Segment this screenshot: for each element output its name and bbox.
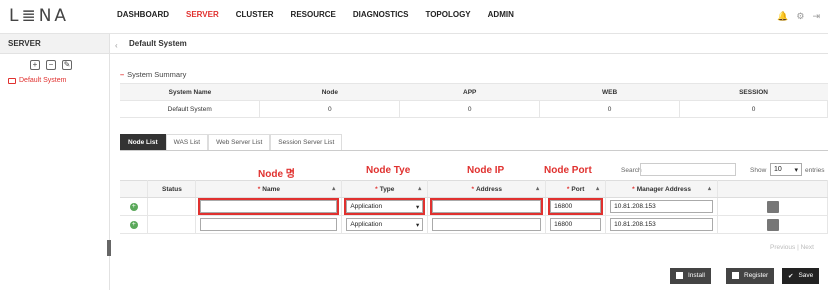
manager-address-input[interactable]: 10.81.208.153 — [610, 200, 714, 213]
nav-server[interactable]: SERVER — [186, 10, 219, 19]
annotation-node-ip: Node IP — [467, 165, 505, 176]
summary-cell: 0 — [679, 100, 828, 118]
address-input[interactable] — [430, 198, 544, 215]
nav-cluster[interactable]: CLUSTER — [236, 10, 274, 19]
search-label: Search — [621, 167, 642, 174]
chevron-down-icon: ▾ — [416, 203, 420, 211]
bell-icon[interactable]: 🔔 — [777, 11, 788, 22]
tab-divider — [120, 150, 828, 151]
header-port[interactable]: * Port ▴ — [545, 180, 607, 198]
header-manager-address[interactable]: * Manager Address ▴ — [605, 180, 719, 198]
sidebar-tools: + − ✎ — [0, 54, 109, 70]
table-row: + Application ▾ 16800 10.81.208.153 — [120, 197, 828, 216]
tab-web-server-list[interactable]: Web Server List — [208, 134, 271, 150]
install-button[interactable]: Install — [670, 268, 711, 284]
add-row-icon[interactable]: + — [129, 202, 138, 211]
register-icon — [732, 272, 739, 279]
header-status: Status — [147, 180, 197, 198]
header-address[interactable]: * Address ▴ — [427, 180, 547, 198]
tab-node-list[interactable]: Node List — [120, 134, 166, 150]
summary-cell: 0 — [539, 100, 681, 118]
collapse-sidebar-icon[interactable]: ‹ — [115, 41, 118, 50]
address-input[interactable] — [432, 218, 542, 231]
top-icons: 🔔 ⚙ ⇥ — [777, 11, 820, 22]
status-cell — [147, 197, 197, 216]
install-icon — [676, 272, 683, 279]
previous-link[interactable]: Previous — [770, 244, 795, 251]
check-icon: ✔ — [788, 273, 794, 280]
annotation-node-name: Node 명 — [258, 169, 295, 180]
annotation-node-type: Node Tye — [366, 165, 411, 176]
tab-session-server-list[interactable]: Session Server List — [270, 134, 343, 150]
summary-header: SESSION — [679, 83, 828, 101]
page-title: Default System — [110, 34, 828, 54]
next-link[interactable]: Next — [801, 244, 814, 251]
summary-cell: 0 — [399, 100, 541, 118]
trash-icon[interactable] — [766, 218, 779, 231]
type-select[interactable]: Application ▾ — [344, 198, 426, 215]
sidebar-resize-handle[interactable] — [107, 240, 111, 256]
save-button[interactable]: ✔ Save — [782, 268, 820, 284]
folder-icon — [8, 77, 16, 84]
table-row: + Application ▾ 16800 10.81.208.153 — [120, 215, 828, 234]
entries-label: entries — [805, 167, 825, 174]
trash-icon[interactable] — [766, 200, 779, 213]
summary-header: WEB — [539, 83, 680, 101]
system-summary-table: System Name Node APP WEB SESSION Default… — [120, 83, 828, 118]
header-actions — [717, 180, 828, 198]
add-icon[interactable]: + — [30, 60, 40, 70]
gear-icon[interactable]: ⚙ — [796, 11, 804, 22]
main-nav: DASHBOARD SERVER CLUSTER RESOURCE DIAGNO… — [117, 10, 531, 19]
sidebar-item-label: Default System — [19, 77, 67, 84]
section-title: – System Summary — [120, 70, 187, 79]
summary-cell: Default System — [120, 100, 261, 118]
header-type[interactable]: * Type ▴ — [341, 180, 429, 198]
nav-topology[interactable]: TOPOLOGY — [425, 10, 470, 19]
name-input[interactable] — [198, 198, 340, 215]
remove-icon[interactable]: − — [46, 60, 56, 70]
add-row-icon[interactable]: + — [129, 220, 138, 229]
chevron-down-icon: ▾ — [794, 166, 798, 174]
header-name[interactable]: * Name ▴ — [195, 180, 343, 198]
page-size-select[interactable]: 10 ▾ — [770, 163, 802, 176]
tab-bar: Node List WAS List Web Server List Sessi… — [120, 134, 343, 150]
port-input[interactable]: 16800 — [550, 218, 602, 231]
type-select[interactable]: Application ▾ — [346, 218, 424, 231]
pagination: Previous | Next — [770, 244, 814, 251]
node-list-table: Status * Name ▴ * Type ▴ * Address ▴ * Port ▴ * M… — [120, 180, 828, 234]
summary-header: APP — [399, 83, 540, 101]
lena-logo: L≣NA — [9, 6, 70, 26]
nav-admin[interactable]: ADMIN — [488, 10, 514, 19]
sidebar: SERVER + − ✎ Default System — [0, 34, 110, 290]
tab-was-list[interactable]: WAS List — [165, 134, 209, 150]
search-input[interactable] — [640, 163, 736, 176]
show-label: Show — [750, 167, 767, 174]
chevron-down-icon: ▾ — [416, 221, 420, 229]
name-input[interactable] — [200, 218, 338, 231]
sidebar-item-default-system[interactable]: Default System — [8, 77, 109, 84]
manager-address-input[interactable]: 10.81.208.153 — [610, 218, 714, 231]
nav-resource[interactable]: RESOURCE — [291, 10, 336, 19]
sidebar-title: SERVER — [0, 34, 109, 54]
status-cell — [147, 215, 197, 234]
annotation-node-port: Node Port — [544, 165, 592, 176]
header-add — [120, 180, 149, 198]
nav-dashboard[interactable]: DASHBOARD — [117, 10, 169, 19]
port-input[interactable]: 16800 — [548, 198, 604, 215]
top-bar: L≣NA DASHBOARD SERVER CLUSTER RESOURCE D… — [0, 0, 828, 34]
nav-diagnostics[interactable]: DIAGNOSTICS — [353, 10, 409, 19]
register-button[interactable]: Register — [726, 268, 775, 284]
summary-header: Node — [259, 83, 400, 101]
summary-cell: 0 — [259, 100, 401, 118]
summary-header: System Name — [120, 83, 260, 101]
logout-icon[interactable]: ⇥ — [812, 11, 820, 22]
edit-icon[interactable]: ✎ — [62, 60, 72, 70]
